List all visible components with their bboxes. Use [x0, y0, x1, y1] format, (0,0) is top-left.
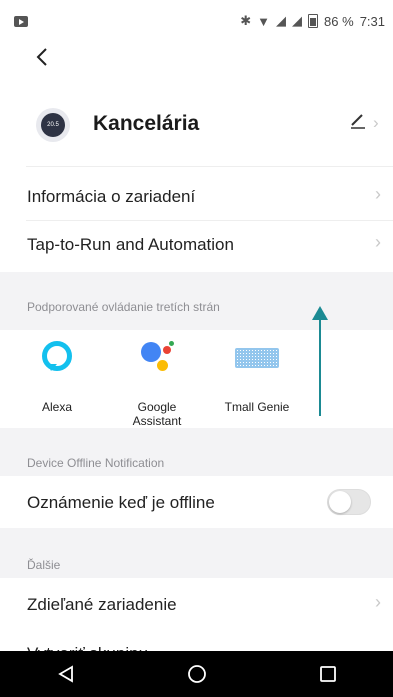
wifi-icon: ▼ [257, 13, 271, 29]
nav-home-button[interactable] [177, 654, 217, 694]
signal-icon: ◢ [292, 13, 303, 28]
tmall-genie-label: Tmall Genie [224, 400, 290, 414]
google-assistant-label: Google Assistant [132, 400, 182, 428]
status-right: ✱ ▼ ◢ ◢ 86 % 7:31 [240, 13, 385, 29]
third-party-section-header: Podporované ovládanie tretích strán [0, 272, 393, 330]
shared-device-label: Zdieľané zariadenie [27, 595, 177, 614]
annotation-arrow-line [319, 318, 321, 416]
nav-back-button[interactable] [46, 654, 86, 694]
third-party-title: Podporované ovládanie tretích strán [27, 300, 220, 314]
alexa-label: Alexa [41, 400, 73, 414]
chevron-left-icon [36, 48, 47, 66]
bluetooth-icon: ✱ [240, 13, 252, 28]
offline-section-header: Device Offline Notification [0, 428, 393, 476]
battery-icon [308, 14, 319, 28]
nav-home-icon [187, 665, 206, 683]
nav-recents-icon [319, 666, 336, 682]
nav-recents-button[interactable] [308, 654, 348, 694]
device-name: Kancelária [93, 112, 200, 135]
signal-icon: ◢ [276, 13, 287, 28]
clock: 7:31 [359, 13, 385, 29]
device-info-label: Informácia o zariadení [27, 187, 196, 206]
back-button[interactable] [30, 44, 56, 70]
nav-back-icon [57, 665, 73, 683]
tap-to-run-row[interactable]: Tap-to-Run and Automation › [0, 216, 393, 274]
chevron-right-icon: › [375, 184, 381, 204]
chevron-right-icon: › [375, 232, 381, 252]
thermostat-display: 20.5 [41, 113, 65, 137]
chevron-right-icon: › [375, 592, 381, 612]
divider [26, 166, 393, 167]
offline-notification-row: Oznámenie keď je offline [0, 474, 393, 530]
alexa-icon [39, 338, 75, 374]
chevron-right-icon: › [373, 113, 379, 132]
tap-to-run-label: Tap-to-Run and Automation [27, 235, 234, 254]
shared-device-row[interactable]: Zdieľané zariadenie › [0, 576, 393, 634]
other-section-header: Ďalšie [0, 528, 393, 578]
partial-row[interactable]: Vytvoriť skupinu [0, 628, 393, 652]
tmall-genie-icon [235, 338, 279, 374]
other-section-title: Ďalšie [27, 558, 61, 572]
thermostat-icon: 20.5 [36, 108, 70, 142]
status-left [14, 15, 28, 27]
offline-notification-label: Oznámenie keď je offline [27, 493, 215, 512]
status-bar: ✱ ▼ ◢ ◢ 86 % 7:31 [0, 0, 393, 42]
cast-icon [14, 15, 28, 27]
offline-notification-toggle[interactable] [327, 489, 371, 515]
navigation-bar [0, 651, 393, 697]
edit-icon[interactable] [349, 112, 367, 135]
third-party-list: Alexa Google Assistant Tmall Genie [0, 330, 393, 428]
offline-section-title: Device Offline Notification [27, 456, 165, 470]
device-header[interactable]: 20.5 Kancelária › [0, 98, 393, 154]
battery-percent: 86 % [324, 13, 354, 29]
toggle-knob [329, 491, 351, 513]
google-assistant-icon [139, 338, 175, 374]
